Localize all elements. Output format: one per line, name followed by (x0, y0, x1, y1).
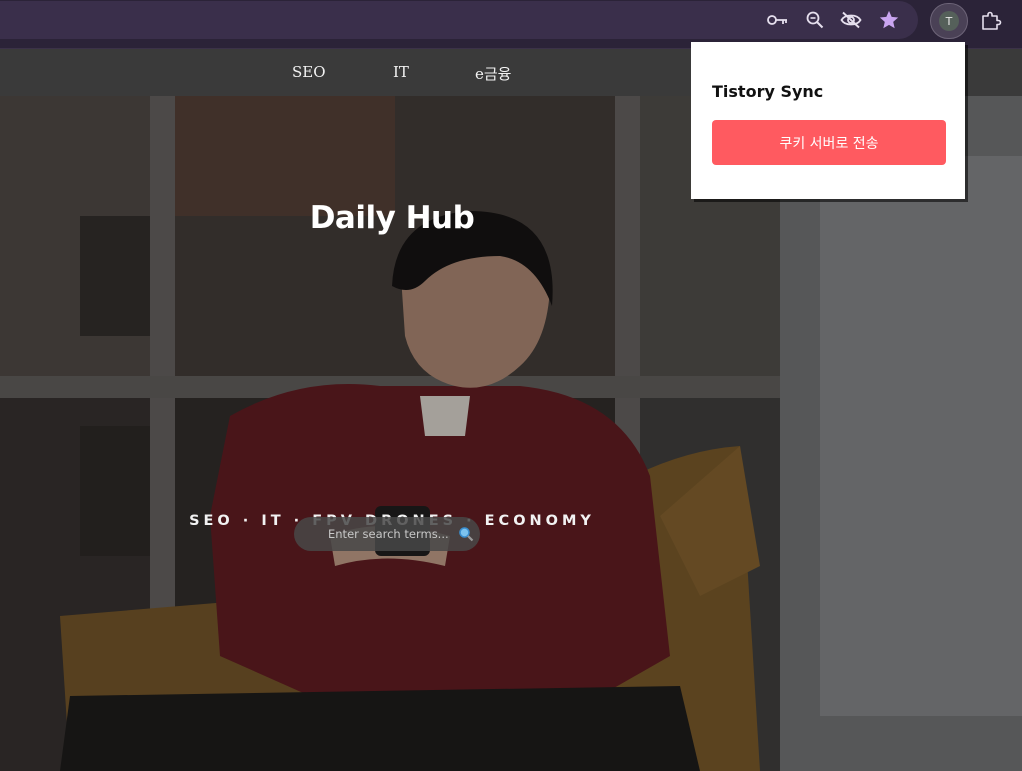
site-title[interactable]: Daily Hub (0, 200, 784, 236)
nav-item-it[interactable]: IT (393, 63, 409, 81)
eye-off-icon[interactable] (839, 8, 863, 32)
extensions-puzzle-icon[interactable] (977, 7, 1005, 35)
star-icon[interactable] (877, 8, 901, 32)
key-icon[interactable] (766, 8, 790, 32)
profile-button[interactable]: T (930, 3, 968, 39)
nav-item-seo[interactable]: SEO (292, 63, 326, 81)
send-cookies-button[interactable]: 쿠키 서버로 전송 (712, 120, 946, 165)
extension-popup: Tistory Sync 쿠키 서버로 전송 (691, 42, 965, 199)
zoom-out-icon[interactable] (803, 8, 827, 32)
search-box (294, 517, 480, 551)
nav-item-finance[interactable]: e금융 (475, 63, 511, 84)
avatar: T (939, 11, 959, 31)
search-input[interactable] (328, 524, 454, 544)
search-icon[interactable] (458, 526, 474, 542)
popup-title: Tistory Sync (712, 82, 824, 101)
